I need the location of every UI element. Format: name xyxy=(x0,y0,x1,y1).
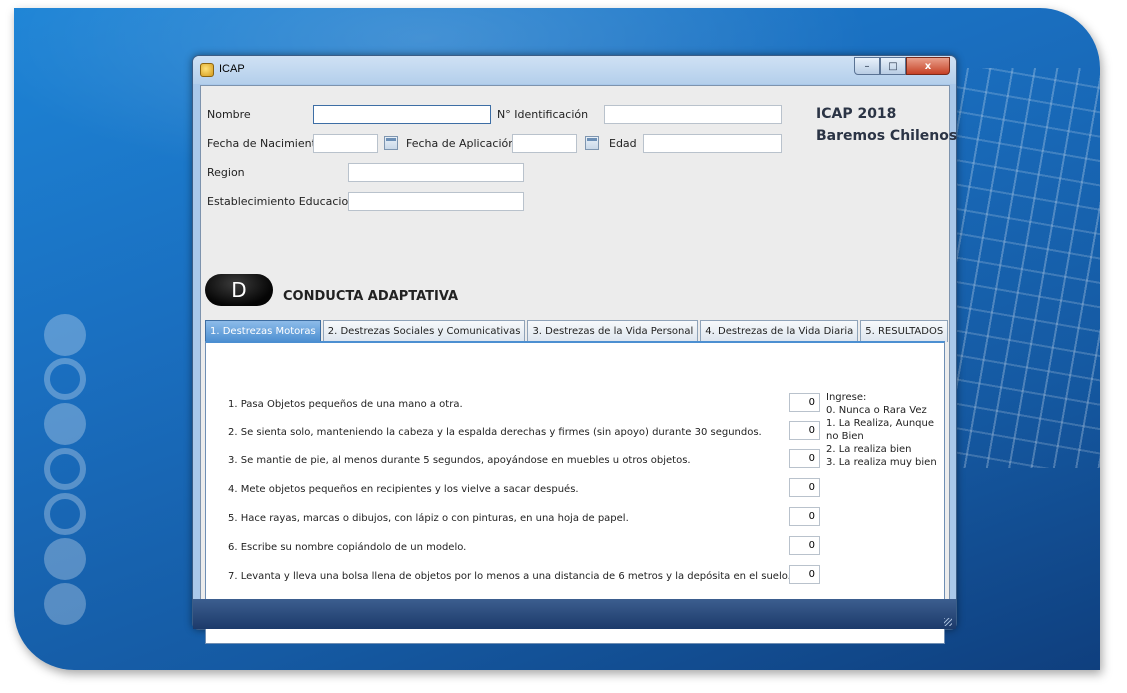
maximize-button[interactable]: □ xyxy=(880,57,906,75)
window-controls: – □ x xyxy=(854,57,950,75)
close-button[interactable]: x xyxy=(906,57,950,75)
question-score-field[interactable]: 0 xyxy=(789,565,820,584)
brand-line-1: ICAP 2018 xyxy=(816,106,897,122)
identificacion-field[interactable] xyxy=(604,105,782,124)
wallpaper-circle-2 xyxy=(44,358,86,400)
edad-field[interactable] xyxy=(643,134,782,153)
wallpaper-circle-3 xyxy=(44,403,86,445)
resize-grip-icon[interactable] xyxy=(944,618,952,626)
region-label: Region xyxy=(207,166,245,179)
question-text: 1. Pasa Objetos pequeños de una mano a o… xyxy=(228,399,463,410)
legend-item: 0. Nunca o Rara Vez xyxy=(826,405,927,416)
score-legend: Ingrese: 0. Nunca o Rara Vez 1. La Reali… xyxy=(826,391,938,469)
question-score-field[interactable]: 0 xyxy=(789,536,820,555)
question-text: 7. Levanta y lleva una bolsa llena de ob… xyxy=(228,571,791,582)
tab-strip: 1. Destrezas Motoras 2. Destrezas Social… xyxy=(205,320,950,342)
region-field[interactable] xyxy=(348,163,524,182)
fecha-aplicacion-field[interactable] xyxy=(512,134,577,153)
identificacion-label: N° Identificación xyxy=(497,108,589,121)
wallpaper-circle-7 xyxy=(44,583,86,625)
minimize-button[interactable]: – xyxy=(854,57,880,75)
legend-title: Ingrese: xyxy=(826,392,867,403)
tab-destrezas-sociales[interactable]: 2. Destrezas Sociales y Comunicativas xyxy=(322,320,526,342)
icap-window: ICAP – □ x Nombre N° Identificación Fech… xyxy=(192,55,957,644)
establecimiento-label: Establecimiento Educacional xyxy=(207,195,365,208)
section-title: CONDUCTA ADAPTATIVA xyxy=(283,289,459,304)
edad-label: Edad xyxy=(609,137,637,150)
calendar-icon[interactable] xyxy=(585,136,599,150)
question-text: 2. Se sienta solo, manteniendo la cabeza… xyxy=(228,427,762,438)
legend-item: 3. La realiza muy bien xyxy=(826,457,937,468)
question-score-field[interactable]: 0 xyxy=(789,478,820,497)
nombre-field[interactable] xyxy=(313,105,491,124)
legend-item: 2. La realiza bien xyxy=(826,444,912,455)
establecimiento-field[interactable] xyxy=(348,192,524,211)
question-score-field[interactable]: 0 xyxy=(789,393,820,412)
question-text: 6. Escribe su nombre copiándolo de un mo… xyxy=(228,542,467,553)
tab-destrezas-motoras[interactable]: 1. Destrezas Motoras xyxy=(205,320,321,342)
window-title: ICAP xyxy=(219,63,245,75)
status-bar xyxy=(193,599,956,629)
title-bar[interactable]: ICAP – □ x xyxy=(193,56,956,84)
calendar-icon[interactable] xyxy=(384,136,398,150)
desktop: ICAP – □ x Nombre N° Identificación Fech… xyxy=(0,0,1127,693)
question-score-field[interactable]: 0 xyxy=(789,449,820,468)
wallpaper-circle-4 xyxy=(44,448,86,490)
app-icon xyxy=(200,63,214,77)
section-badge: D xyxy=(205,274,273,306)
fecha-nacimiento-label: Fecha de Nacimiento xyxy=(207,137,323,150)
question-text: 5. Hace rayas, marcas o dibujos, con láp… xyxy=(228,513,629,524)
tab-vida-diaria[interactable]: 4. Destrezas de la Vida Diaria xyxy=(700,320,859,342)
nombre-label: Nombre xyxy=(207,108,251,121)
question-text: 3. Se mantie de pie, al menos durante 5 … xyxy=(228,455,691,466)
question-text: 4. Mete objetos pequeños en recipientes … xyxy=(228,484,579,495)
legend-item: 1. La Realiza, Aunque no Bien xyxy=(826,418,935,442)
brand-line-2: Baremos Chilenos xyxy=(816,128,958,144)
wallpaper-circle-1 xyxy=(44,314,86,356)
question-score-field[interactable]: 0 xyxy=(789,507,820,526)
wallpaper-circle-5 xyxy=(44,493,86,535)
wallpaper-circle-6 xyxy=(44,538,86,580)
window-content: Nombre N° Identificación Fecha de Nacimi… xyxy=(200,85,957,644)
question-score-field[interactable]: 0 xyxy=(789,421,820,440)
fecha-nacimiento-field[interactable] xyxy=(313,134,378,153)
tab-vida-personal[interactable]: 3. Destrezas de la Vida Personal xyxy=(527,320,699,342)
tab-resultados[interactable]: 5. RESULTADOS xyxy=(860,320,949,342)
fecha-aplicacion-label: Fecha de Aplicación xyxy=(406,137,516,150)
